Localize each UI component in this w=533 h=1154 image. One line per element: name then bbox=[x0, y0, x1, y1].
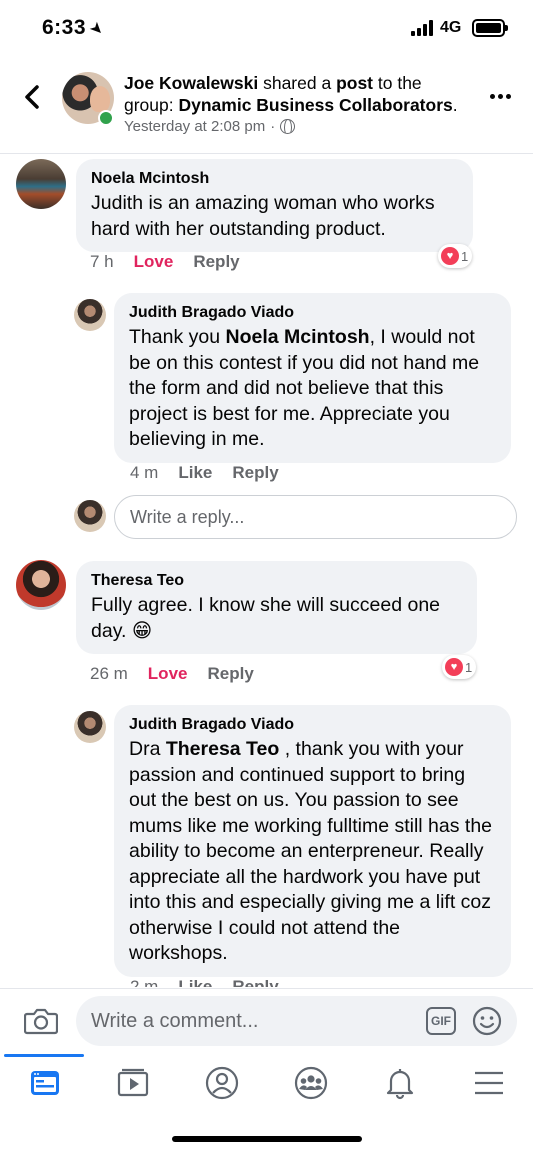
camera-icon[interactable] bbox=[24, 1007, 58, 1035]
commenter-name[interactable]: Judith Bragado Viado bbox=[129, 303, 497, 323]
comment-time: 26 m bbox=[90, 664, 128, 683]
comment-actions: 2 m Like Reply bbox=[130, 977, 279, 987]
comment-bubble: Noela Mcintosh Judith is an amazing woma… bbox=[76, 159, 473, 252]
cellular-signal-icon bbox=[411, 20, 433, 36]
location-arrow-icon: ➤ bbox=[85, 18, 108, 41]
commenter-avatar[interactable] bbox=[16, 159, 66, 209]
reply-button[interactable]: Reply bbox=[232, 463, 278, 483]
mention-link[interactable]: Noela Mcintosh bbox=[225, 326, 369, 348]
like-button[interactable]: Like bbox=[178, 463, 212, 483]
profile-icon[interactable] bbox=[205, 1066, 239, 1100]
reply-button[interactable]: Reply bbox=[207, 664, 253, 684]
love-button[interactable]: Love bbox=[148, 664, 188, 684]
online-indicator bbox=[98, 110, 114, 126]
like-button[interactable]: Like bbox=[178, 977, 212, 987]
comment-actions: 7 h Love Reply bbox=[90, 252, 240, 272]
status-time: 6:33➤ bbox=[42, 16, 108, 41]
news-feed-icon[interactable] bbox=[28, 1066, 62, 1100]
heart-icon: ♥ bbox=[441, 247, 459, 265]
status-bar: 6:33➤ 4G bbox=[0, 0, 533, 56]
love-button[interactable]: Love bbox=[134, 252, 174, 272]
emoji-icon[interactable] bbox=[472, 1006, 502, 1036]
comment-time: 4 m bbox=[130, 463, 159, 482]
groups-icon[interactable] bbox=[294, 1066, 328, 1100]
comments-list: Noela Mcintosh Judith is an amazing woma… bbox=[0, 155, 533, 987]
post-timestamp: Yesterday at 2:08 pm bbox=[124, 118, 266, 135]
post-link[interactable]: post bbox=[336, 73, 373, 93]
reaction-count[interactable]: ♥ 1 bbox=[442, 655, 477, 679]
commenter-avatar[interactable] bbox=[74, 299, 106, 331]
comment-bubble: Judith Bragado Viado Thank you Noela Mci… bbox=[114, 293, 511, 463]
active-tab-indicator bbox=[4, 1054, 84, 1057]
notifications-bell-icon[interactable] bbox=[383, 1066, 417, 1100]
menu-icon[interactable] bbox=[472, 1066, 506, 1100]
comment-text: Dra Theresa Teo , thank you with your pa… bbox=[129, 738, 493, 964]
home-indicator[interactable] bbox=[172, 1136, 362, 1142]
reply-input[interactable]: Write a reply... bbox=[114, 495, 517, 539]
commenter-name[interactable]: Judith Bragado Viado bbox=[129, 715, 497, 735]
comment-actions: 26 m Love Reply bbox=[90, 664, 254, 684]
post-meta: Yesterday at 2:08 pm · bbox=[124, 118, 296, 135]
bottom-tab-bar bbox=[0, 1054, 533, 1114]
more-options-icon[interactable] bbox=[490, 94, 511, 99]
post-header: Joe Kowalewski shared a post to the grou… bbox=[0, 62, 533, 154]
comment-time: 7 h bbox=[90, 252, 114, 271]
commenter-name[interactable]: Theresa Teo bbox=[91, 571, 463, 591]
author-name[interactable]: Joe Kowalewski bbox=[124, 73, 258, 93]
gif-button[interactable]: GIF bbox=[426, 1007, 456, 1035]
group-name[interactable]: Dynamic Business Collaborators bbox=[178, 95, 452, 115]
comment-text: Thank you Noela Mcintosh, I would not be… bbox=[129, 326, 480, 450]
commenter-name[interactable]: Noela Mcintosh bbox=[91, 169, 459, 189]
comment-bubble: Judith Bragado Viado Dra Theresa Teo , t… bbox=[114, 705, 511, 977]
comment-actions: 4 m Like Reply bbox=[130, 463, 279, 483]
comment-time: 2 m bbox=[130, 977, 159, 987]
reaction-count[interactable]: ♥ 1 bbox=[438, 244, 473, 268]
globe-icon bbox=[280, 119, 296, 134]
current-user-avatar bbox=[74, 500, 106, 532]
commenter-avatar[interactable] bbox=[74, 711, 106, 743]
comment-text: Judith is an amazing woman who works har… bbox=[91, 192, 435, 240]
reply-button[interactable]: Reply bbox=[232, 977, 278, 987]
network-type: 4G bbox=[440, 19, 462, 36]
post-share-description: Joe Kowalewski shared a post to the grou… bbox=[124, 73, 458, 115]
comment-bubble: Theresa Teo Fully agree. I know she will… bbox=[76, 561, 477, 654]
reply-button[interactable]: Reply bbox=[193, 252, 239, 272]
commenter-avatar[interactable] bbox=[16, 560, 66, 610]
grin-emoji: 😁 bbox=[131, 619, 153, 642]
comment-composer: Write a comment... GIF bbox=[0, 988, 533, 1054]
mention-link[interactable]: Theresa Teo bbox=[166, 738, 279, 760]
watch-icon[interactable] bbox=[116, 1066, 150, 1100]
back-arrow-icon[interactable] bbox=[20, 82, 44, 112]
heart-icon: ♥ bbox=[445, 658, 463, 676]
comment-text: Fully agree. I know she will succeed one… bbox=[91, 594, 441, 642]
battery-icon bbox=[472, 19, 508, 37]
